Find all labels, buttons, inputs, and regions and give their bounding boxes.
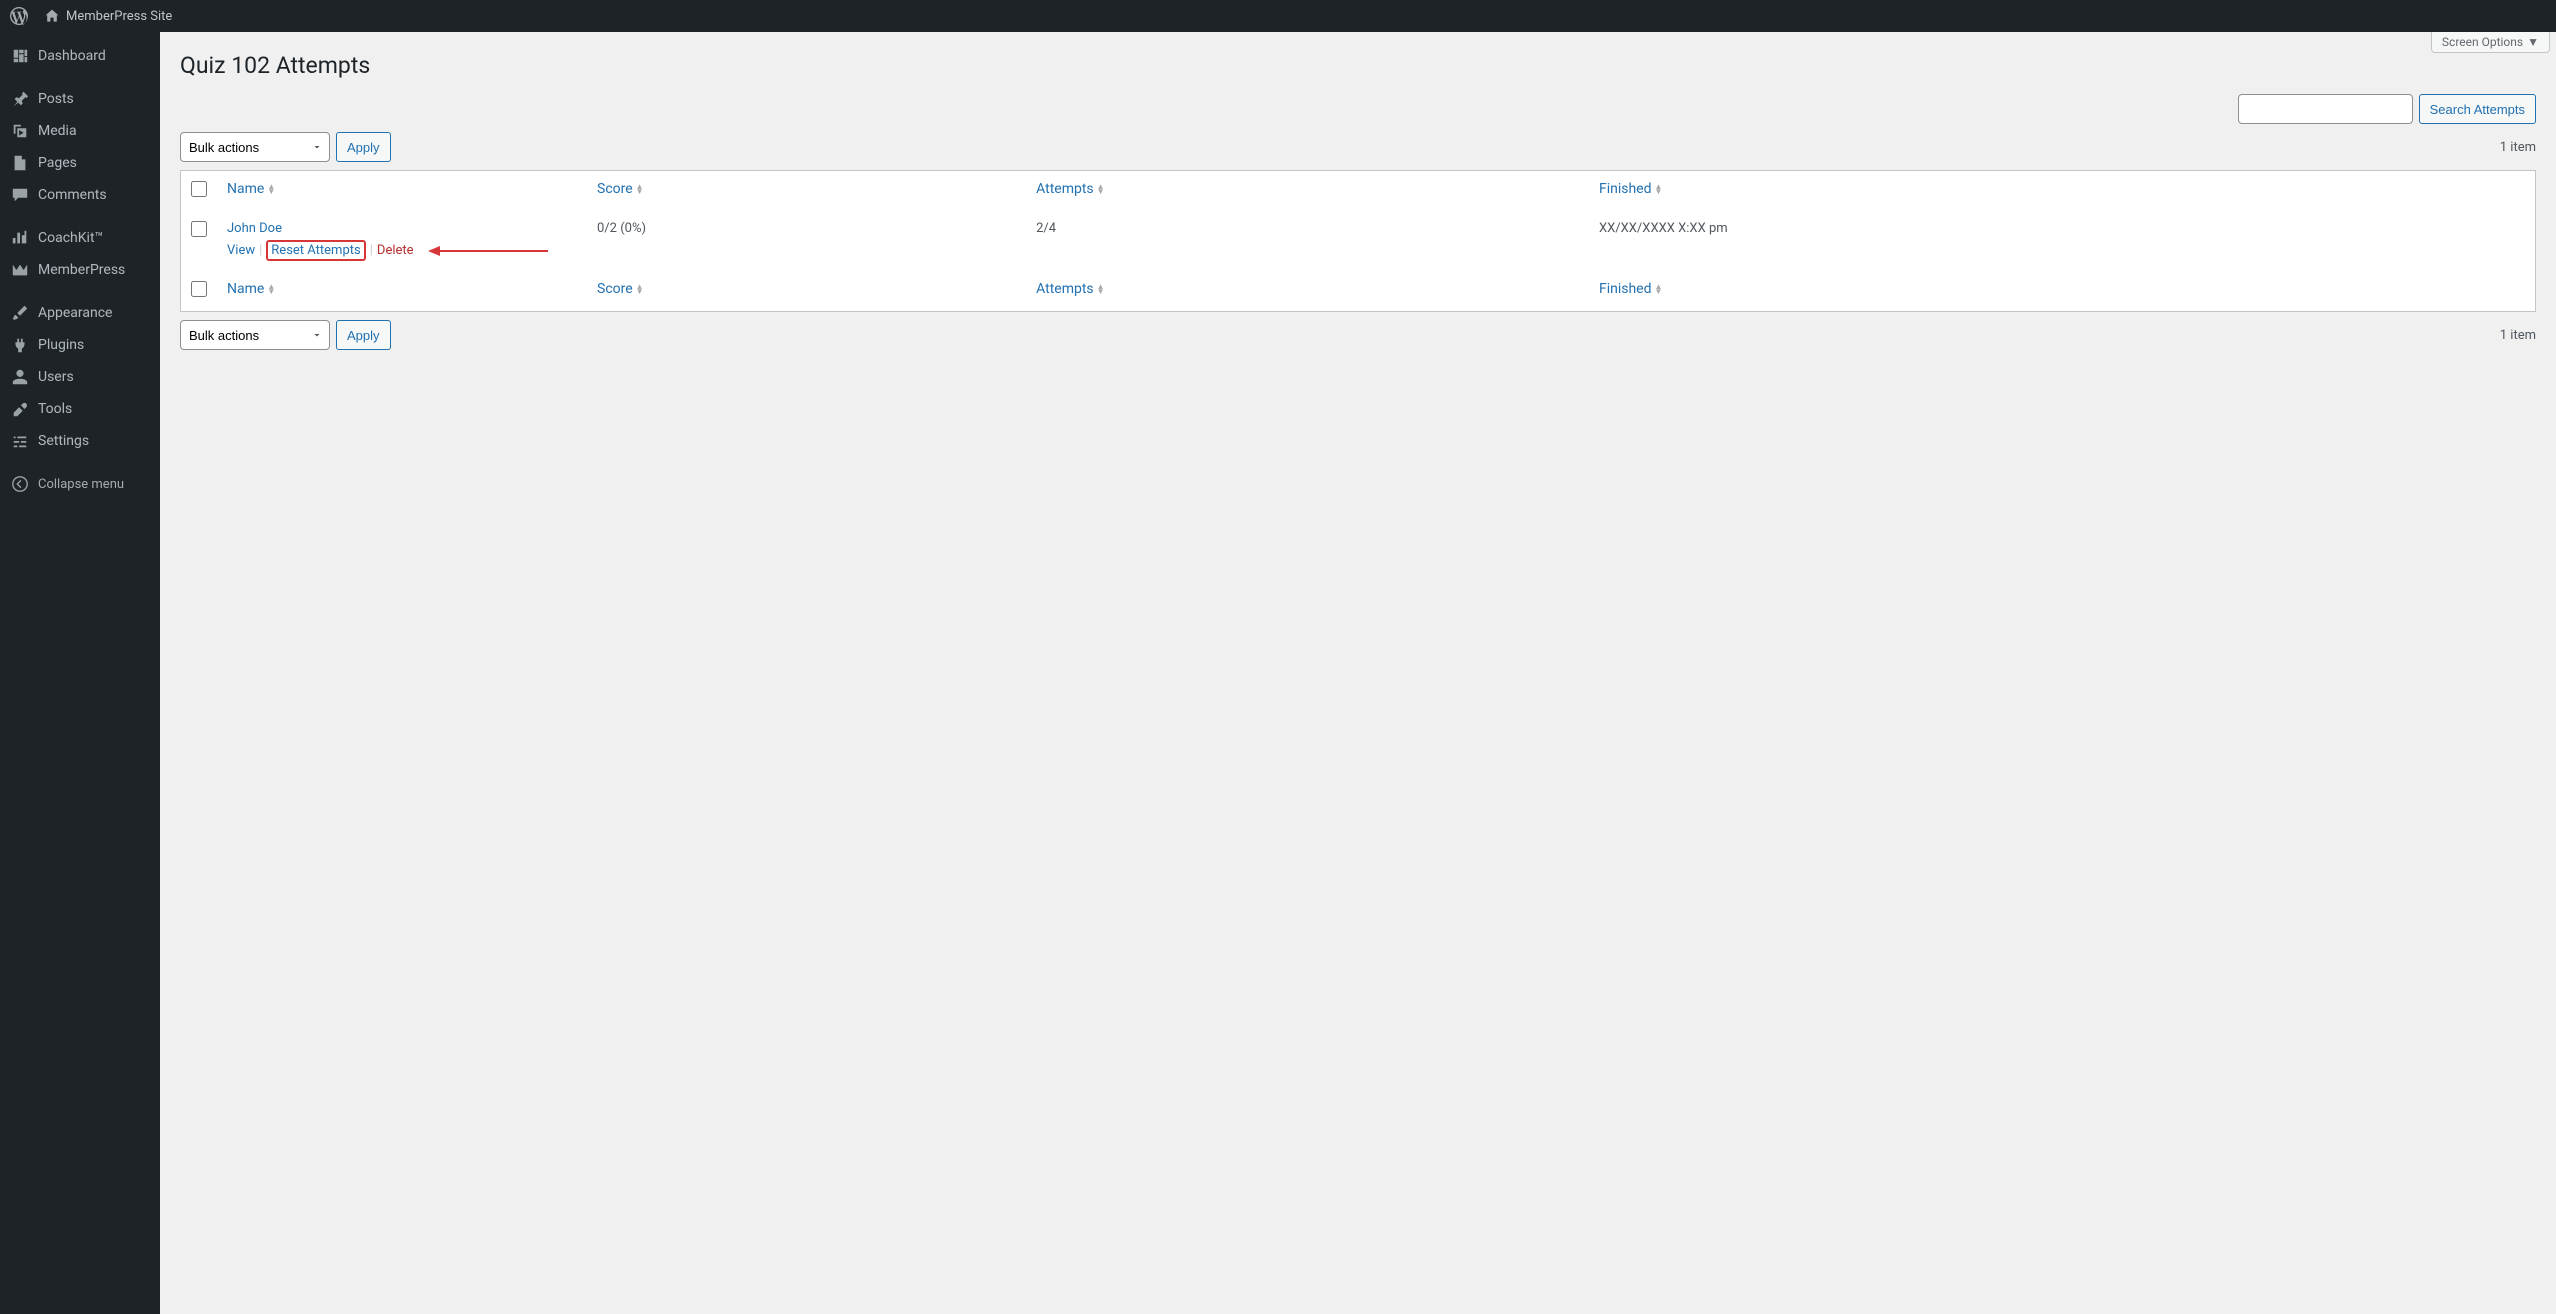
table-row: John Doe View | Reset Attempts | Delete xyxy=(181,211,2535,271)
collapse-menu[interactable]: Collapse menu xyxy=(0,468,160,500)
comment-icon xyxy=(10,186,30,204)
column-finished-footer[interactable]: Finished▲▼ xyxy=(1589,271,2535,311)
sidebar-label: Media xyxy=(38,123,77,139)
collapse-icon xyxy=(10,475,30,493)
bulk-actions-select-top[interactable]: Bulk actions xyxy=(180,132,330,162)
sidebar-item-media[interactable]: Media xyxy=(0,115,160,147)
sidebar-label: Appearance xyxy=(38,305,112,321)
separator xyxy=(0,460,160,465)
column-finished-header[interactable]: Finished▲▼ xyxy=(1589,171,2535,211)
bulk-actions-select-bottom[interactable]: Bulk actions xyxy=(180,320,330,350)
annotation-highlight: Reset Attempts xyxy=(266,240,365,261)
brush-icon xyxy=(10,304,30,322)
pin-icon xyxy=(10,90,30,108)
row-score: 0/2 (0%) xyxy=(587,211,1026,271)
column-name-header[interactable]: Name▲▼ xyxy=(217,171,587,211)
sliders-icon xyxy=(10,432,30,450)
row-name-link[interactable]: John Doe xyxy=(227,221,282,236)
home-icon xyxy=(44,8,60,24)
chevron-down-icon: ▼ xyxy=(2527,35,2539,49)
row-checkbox[interactable] xyxy=(191,221,207,237)
sidebar-label: Dashboard xyxy=(38,48,106,64)
row-finished: XX/XX/XXXX X:XX pm xyxy=(1589,211,2535,271)
screen-options-toggle[interactable]: Screen Options ▼ xyxy=(2431,32,2550,53)
column-score-footer[interactable]: Score▲▼ xyxy=(587,271,1026,311)
wp-logo[interactable] xyxy=(2,0,36,32)
sort-icon: ▲▼ xyxy=(1097,284,1105,294)
sort-icon: ▲▼ xyxy=(1655,184,1663,194)
sidebar-item-comments[interactable]: Comments xyxy=(0,179,160,211)
sidebar-item-coachkit[interactable]: CoachKit™ xyxy=(0,222,160,254)
sidebar-item-posts[interactable]: Posts xyxy=(0,83,160,115)
sidebar-item-pages[interactable]: Pages xyxy=(0,147,160,179)
sidebar-item-appearance[interactable]: Appearance xyxy=(0,297,160,329)
admin-bar: MemberPress Site xyxy=(0,0,2556,32)
attempts-table: Name▲▼ Score▲▼ Attempts▲▼ Finished▲▼ Joh… xyxy=(180,170,2536,312)
wordpress-icon xyxy=(10,7,28,25)
admin-sidebar: Dashboard Posts Media Pages Comments xyxy=(0,32,160,1314)
screen-options-label: Screen Options xyxy=(2442,35,2523,49)
sort-icon: ▲▼ xyxy=(267,284,275,294)
sort-icon: ▲▼ xyxy=(267,184,275,194)
select-all-checkbox-bottom[interactable] xyxy=(191,281,207,297)
sidebar-item-plugins[interactable]: Plugins xyxy=(0,329,160,361)
site-name-link[interactable]: MemberPress Site xyxy=(36,0,180,32)
separator: | xyxy=(370,243,373,258)
sidebar-label: MemberPress xyxy=(38,262,125,278)
column-score-header[interactable]: Score▲▼ xyxy=(587,171,1026,211)
row-attempts: 2/4 xyxy=(1026,211,1589,271)
sidebar-label: Users xyxy=(38,369,74,385)
chart-icon xyxy=(10,229,30,247)
apply-button-top[interactable]: Apply xyxy=(336,132,391,162)
sidebar-label: CoachKit™ xyxy=(38,230,103,246)
user-icon xyxy=(10,368,30,386)
sidebar-label: Pages xyxy=(38,155,77,171)
delete-link[interactable]: Delete xyxy=(377,243,414,258)
collapse-label: Collapse menu xyxy=(38,477,124,492)
sidebar-item-users[interactable]: Users xyxy=(0,361,160,393)
page-title: Quiz 102 Attempts xyxy=(180,52,2536,79)
column-attempts-footer[interactable]: Attempts▲▼ xyxy=(1026,271,1589,311)
dashboard-icon xyxy=(10,47,30,65)
row-actions: View | Reset Attempts | Delete xyxy=(227,240,577,261)
plug-icon xyxy=(10,336,30,354)
column-name-footer[interactable]: Name▲▼ xyxy=(217,271,587,311)
sidebar-label: Comments xyxy=(38,187,107,203)
sort-icon: ▲▼ xyxy=(636,284,644,294)
sort-icon: ▲▼ xyxy=(636,184,644,194)
reset-attempts-link[interactable]: Reset Attempts xyxy=(271,243,360,258)
item-count-bottom: 1 item xyxy=(2500,328,2536,343)
sidebar-item-memberpress[interactable]: MemberPress xyxy=(0,254,160,286)
memberpress-icon xyxy=(10,261,30,279)
column-attempts-header[interactable]: Attempts▲▼ xyxy=(1026,171,1589,211)
sidebar-item-tools[interactable]: Tools xyxy=(0,393,160,425)
separator xyxy=(0,214,160,219)
sort-icon: ▲▼ xyxy=(1097,184,1105,194)
separator: | xyxy=(259,243,262,258)
page-icon xyxy=(10,154,30,172)
search-attempts-button[interactable]: Search Attempts xyxy=(2419,94,2536,124)
wrench-icon xyxy=(10,400,30,418)
site-name: MemberPress Site xyxy=(66,9,172,24)
sidebar-label: Plugins xyxy=(38,337,84,353)
item-count-top: 1 item xyxy=(2500,140,2536,155)
sort-icon: ▲▼ xyxy=(1655,284,1663,294)
sidebar-item-settings[interactable]: Settings xyxy=(0,425,160,457)
sidebar-label: Settings xyxy=(38,433,89,449)
separator xyxy=(0,289,160,294)
main-content: Screen Options ▼ Quiz 102 Attempts Searc… xyxy=(160,32,2556,1314)
media-icon xyxy=(10,122,30,140)
separator xyxy=(0,75,160,80)
select-all-checkbox-top[interactable] xyxy=(191,181,207,197)
sidebar-label: Posts xyxy=(38,91,74,107)
sidebar-label: Tools xyxy=(38,401,72,417)
search-input[interactable] xyxy=(2238,94,2413,124)
apply-button-bottom[interactable]: Apply xyxy=(336,320,391,350)
annotation-arrow xyxy=(428,245,548,257)
sidebar-item-dashboard[interactable]: Dashboard xyxy=(0,40,160,72)
view-link[interactable]: View xyxy=(227,243,255,258)
